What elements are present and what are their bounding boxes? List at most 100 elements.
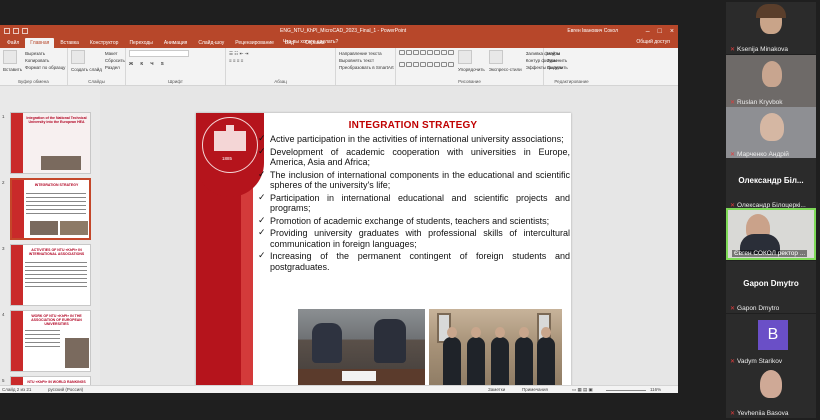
thumb-photo (41, 156, 81, 170)
shapes-gallery[interactable] (399, 50, 454, 73)
comments-button[interactable]: Примечания (522, 387, 548, 392)
slide-thumbnail-5[interactable]: NTU «KhPI» IN WORLD RANKINGS (10, 376, 91, 385)
tab-transitions[interactable]: Переходы (124, 38, 157, 48)
bullet-item: ✓ Providing university graduates with pro… (258, 228, 570, 249)
bullet-item: ✓ Participation in international educatio… (258, 193, 570, 214)
participant-display-name: Олександр Біл... (738, 176, 804, 185)
quick-styles-icon[interactable] (488, 50, 503, 64)
participant-tile[interactable]: B ✕ Vadym Starikov (726, 314, 816, 366)
view-buttons[interactable]: ▭ ▦ ▤ ▣ (572, 387, 593, 393)
group-text-tools: Направление текста Выровнять текст Преоб… (336, 48, 396, 85)
thumb-text-lines (26, 190, 86, 217)
tab-file[interactable]: Файл (2, 38, 24, 48)
font-format-buttons[interactable]: Ж К Ч S (129, 60, 222, 67)
zoom-level[interactable]: 116% (650, 387, 661, 392)
slide-thumbnails-pane[interactable]: 1 Integration of the National Technical … (0, 86, 100, 385)
participant-name: Євген СОКОЛ ректор ... (732, 250, 808, 257)
top-bar (0, 0, 820, 25)
tab-animations[interactable]: Анимация (159, 38, 192, 48)
participant-name: ✕ Vadym Starikov (730, 358, 782, 365)
share-button[interactable]: Общий доступ (636, 39, 670, 45)
participant-name-text: Vadym Starikov (737, 358, 783, 365)
thumb-photo (60, 221, 88, 235)
notes-button[interactable]: Заметки (488, 387, 505, 392)
participant-name-text: Ruslan Kryvbok (737, 99, 783, 106)
reset-button[interactable]: Сбросить (105, 57, 125, 64)
tab-home[interactable]: Главная (25, 38, 55, 48)
participant-tile[interactable]: ✕ Ksenija Minakova (726, 2, 816, 54)
language-indicator[interactable]: русский (Россия) (48, 387, 83, 392)
participant-tile[interactable]: ✕ Yevheniia Basova (726, 366, 816, 418)
paste-button[interactable]: Вставить (3, 66, 22, 73)
quick-styles-button[interactable]: Экспресс-стили (489, 66, 522, 73)
select-button[interactable]: Выделить (547, 64, 596, 71)
paste-icon[interactable] (3, 50, 17, 64)
group-label: Рисование (458, 79, 481, 84)
powerpoint-window: ENG_NTU_KhPI_MicroCAD_2023_Final_1 - Pow… (0, 25, 678, 393)
arrange-icon[interactable] (458, 50, 472, 64)
smartart-button[interactable]: Преобразовать в SmartArt (339, 64, 394, 71)
zoom-slider[interactable] (606, 390, 646, 391)
participant-tile[interactable]: Gapon Dmytro ✕ Gapon Dmytro (726, 261, 816, 313)
tab-review[interactable]: Рецензирование (230, 38, 279, 48)
copy-button[interactable]: Копировать (25, 57, 65, 64)
participant-name-text: Gapon Dmytro (737, 305, 780, 312)
thumb-title: INTEGRATION STRATEGY (34, 183, 79, 187)
thumb-red-band (11, 377, 23, 385)
section-button[interactable]: Раздел (105, 64, 125, 71)
text-direction-button[interactable]: Направление текста (339, 50, 392, 57)
participant-tile-active-speaker[interactable]: Євген СОКОЛ ректор ... (726, 208, 816, 260)
minimize-icon[interactable]: – (646, 28, 650, 35)
user-name[interactable]: Евген Іванович Сокол (567, 28, 618, 34)
bullet-text: Increasing of the permanent contingent o… (270, 251, 570, 272)
thumb-photo (30, 221, 58, 235)
find-button[interactable]: Найти (547, 50, 596, 57)
slide-thumbnail-1[interactable]: Integration of the National Technical Un… (10, 112, 91, 174)
bullet-text: The inclusion of international component… (270, 169, 570, 190)
participant-name-text: Ksenija Minakova (737, 46, 788, 53)
tell-me-search[interactable]: Что вы хотите сделать? (283, 39, 338, 45)
replace-button[interactable]: Заменить (547, 57, 596, 64)
slide-editor[interactable]: 1885 INTEGRATION STRATEGY ✓ Active partic… (100, 86, 678, 393)
slide-thumbnail-3[interactable]: ACTIVITIES OF NTU «KhPI» IN INTERNATIONA… (10, 244, 91, 306)
bullet-item: ✓ The inclusion of international componen… (258, 170, 570, 191)
participant-video (756, 4, 786, 18)
thumb-title: ACTIVITIES OF NTU «KhPI» IN INTERNATIONA… (28, 248, 85, 256)
participant-tile[interactable]: ✕ Ruslan Kryvbok (726, 55, 816, 107)
save-icon[interactable] (4, 28, 10, 34)
participant-name: ✕ Ksenija Minakova (730, 46, 788, 53)
mic-muted-icon: ✕ (730, 306, 736, 312)
arrange-button[interactable]: Упорядочить (458, 66, 485, 73)
bullet-item: ✓ Active participation in the activities … (258, 134, 570, 144)
tab-insert[interactable]: Вставка (55, 38, 84, 48)
person-figure (374, 319, 406, 363)
format-painter-button[interactable]: Формат по образцу (25, 64, 65, 71)
participant-name: ✕ Gapon Dmytro (730, 305, 779, 312)
thumb-text-lines (25, 259, 87, 290)
close-icon[interactable]: × (670, 28, 674, 35)
align-buttons[interactable]: ≡ ≡ ≡ ≡ (229, 57, 332, 64)
layout-button[interactable]: Макет (105, 50, 125, 57)
undo-icon[interactable] (13, 28, 19, 34)
redo-icon[interactable] (22, 28, 28, 34)
cut-button[interactable]: Вырезать (25, 50, 65, 57)
align-text-button[interactable]: Выровнять текст (339, 57, 392, 64)
list-buttons[interactable]: ☰ ☷ ⇤ ⇥ (229, 50, 332, 57)
new-slide-button[interactable]: Создать слайд (71, 66, 102, 73)
slide-thumbnail-2[interactable]: INTEGRATION STRATEGY (10, 178, 91, 240)
participant-tile[interactable]: Олександр Біл... ✕ Олександр Білоцеркі... (726, 158, 816, 210)
slide-thumbnail-4[interactable]: WORK OF NTU «KhPI» IN THE ASSOCIATION OF… (10, 310, 91, 372)
participant-display-name: Gapon Dmytro (743, 279, 799, 288)
check-icon: ✓ (258, 134, 266, 144)
maximize-icon[interactable]: □ (658, 28, 662, 35)
font-name-field[interactable] (129, 50, 189, 57)
thumb-text-lines (25, 327, 60, 350)
tab-slideshow[interactable]: Слайд-шоу (193, 38, 229, 48)
current-slide[interactable]: 1885 INTEGRATION STRATEGY ✓ Active partic… (196, 113, 571, 393)
mic-muted-icon: ✕ (730, 411, 736, 417)
check-icon: ✓ (258, 146, 266, 157)
tab-design[interactable]: Конструктор (85, 38, 124, 48)
new-slide-icon[interactable] (71, 50, 85, 64)
check-icon: ✓ (258, 251, 266, 262)
participant-tile[interactable]: ✕ Марченко Андрій (726, 107, 816, 159)
